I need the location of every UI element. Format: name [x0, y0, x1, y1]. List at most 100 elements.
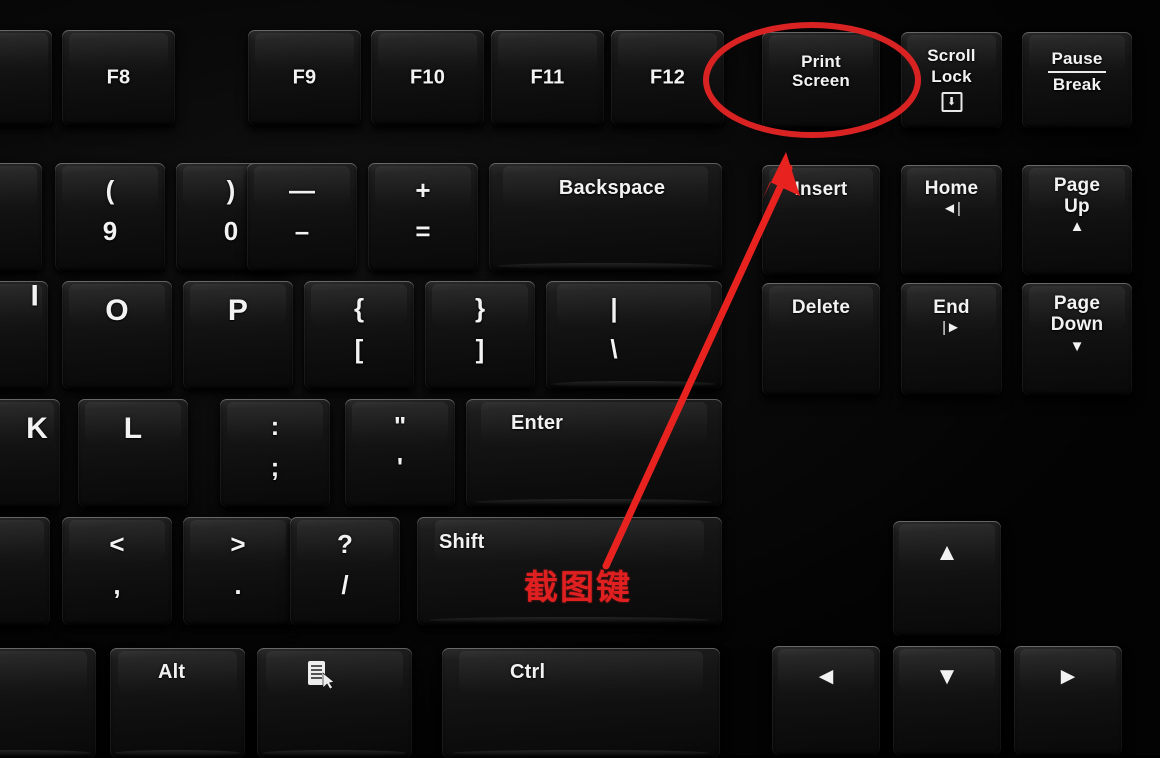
key-label: P [227, 294, 249, 328]
key-label: F8 [106, 66, 131, 89]
key-f11[interactable]: F11 [491, 30, 604, 125]
page-down-arrow-icon: ▼ [1069, 338, 1085, 355]
key-p[interactable]: P [183, 281, 293, 389]
scroll-lock-led-icon: ⬇ [941, 92, 962, 113]
key-l[interactable]: L [78, 399, 188, 507]
key-label-shifted: ? [337, 528, 353, 559]
key-m-partial[interactable] [0, 517, 50, 625]
key-home[interactable]: Home ◄| [901, 165, 1002, 275]
key-label-base: . [234, 569, 242, 600]
key-label-bottom: Break [1052, 75, 1102, 95]
key-label-shifted: > [230, 528, 246, 559]
key-f12[interactable]: F12 [611, 30, 724, 125]
led-glyph: ⬇ [946, 95, 957, 108]
key-label: Delete [791, 296, 851, 318]
key-label-top: Scroll [927, 46, 976, 66]
key-f10[interactable]: F10 [371, 30, 484, 125]
key-label: O [105, 294, 129, 328]
key-label-base: – [294, 215, 310, 246]
key-quote[interactable]: " ' [345, 399, 455, 507]
key-alt-right[interactable]: Alt [110, 648, 245, 758]
key-label-top: Page [1053, 175, 1101, 196]
key-label: Enter [511, 412, 564, 435]
key-label: F10 [409, 66, 446, 89]
key-label-base: ] [475, 333, 485, 364]
key-arrow-up[interactable]: ▲ [893, 521, 1001, 636]
arrow-down-icon: ▼ [935, 662, 959, 690]
key-label-shifted: + [415, 174, 431, 205]
key-label: Alt [158, 661, 186, 684]
key-label-shifted: " [393, 410, 407, 441]
key-label-top: Pause [1051, 49, 1103, 69]
key-label: L [123, 412, 143, 446]
key-backslash[interactable]: | \ [546, 281, 722, 389]
key-scroll-lock[interactable]: Scroll Lock ⬇ [901, 32, 1002, 128]
key-label: F12 [649, 66, 686, 89]
menu-key-icon [307, 660, 335, 690]
key-label-bottom: Up [1064, 195, 1090, 217]
key-label-base: ; [270, 451, 280, 482]
key-print-screen[interactable]: Print Screen [762, 32, 880, 128]
key-ctrl-right[interactable]: Ctrl [442, 648, 720, 758]
key-arrow-down[interactable]: ▼ [893, 646, 1001, 755]
key-arrow-right[interactable]: ► [1014, 646, 1122, 755]
key-label-base: , [113, 569, 121, 600]
key-label: F9 [292, 66, 317, 89]
key-label-base: \ [610, 333, 618, 364]
key-label-base: 9 [102, 215, 118, 246]
key-page-up[interactable]: Page Up ▲ [1022, 165, 1132, 275]
keyboard-photo: F8 F9 F10 F11 F12 Print Screen Scroll Lo… [0, 0, 1160, 758]
key-slash[interactable]: ? / [290, 517, 400, 625]
key-9[interactable]: ( 9 [55, 163, 165, 271]
key-label-shifted: ( [105, 174, 115, 205]
key-k[interactable]: K [0, 399, 60, 507]
key-f7-partial[interactable] [0, 30, 52, 125]
key-context-menu[interactable] [257, 648, 412, 758]
key-label-base: = [415, 215, 431, 246]
key-label-shifted: : [270, 410, 280, 441]
key-label: Backspace [558, 177, 666, 200]
key-i-partial[interactable]: I [0, 281, 48, 389]
key-f8[interactable]: F8 [62, 30, 175, 125]
arrow-up-icon: ▲ [935, 538, 959, 566]
key-label-base: [ [354, 333, 364, 364]
key-pause-break[interactable]: Pause Break [1022, 32, 1132, 128]
key-label-shifted: | [610, 292, 618, 323]
home-arrow-icon: ◄| [942, 200, 961, 218]
key-label-shifted: — [289, 174, 315, 205]
key-period[interactable]: > . [183, 517, 293, 625]
key-label: I [30, 281, 39, 313]
key-enter[interactable]: Enter [466, 399, 722, 507]
key-bracket-right[interactable]: } ] [425, 281, 535, 389]
key-label-top: Print [801, 52, 841, 72]
key-label-bottom: Down [1050, 314, 1104, 336]
key-comma[interactable]: < , [62, 517, 172, 625]
key-label-shifted: < [109, 528, 125, 559]
key-backspace[interactable]: Backspace [489, 163, 722, 271]
key-space-partial[interactable] [0, 648, 96, 758]
key-label: K [26, 412, 48, 446]
key-label-top: Page [1053, 293, 1101, 315]
key-minus[interactable]: — – [247, 163, 357, 271]
key-label: Insert [794, 179, 848, 201]
key-label: Ctrl [510, 661, 546, 684]
page-up-arrow-icon: ▲ [1069, 217, 1085, 235]
key-label-shifted: { [353, 292, 365, 323]
key-semicolon[interactable]: : ; [220, 399, 330, 507]
key-label: End [933, 296, 970, 318]
key-label-base: / [341, 569, 349, 600]
key-end[interactable]: End |► [901, 283, 1002, 395]
key-label-base: ' [396, 451, 404, 482]
key-arrow-left[interactable]: ◄ [772, 646, 880, 755]
key-label-shifted: } [474, 292, 486, 323]
end-arrow-icon: |► [942, 318, 961, 336]
key-8-partial[interactable] [0, 163, 42, 271]
key-o[interactable]: O [62, 281, 172, 389]
key-equal[interactable]: + = [368, 163, 478, 271]
key-label-bottom: Lock [931, 66, 972, 86]
key-bracket-left[interactable]: { [ [304, 281, 414, 389]
key-insert[interactable]: Insert [762, 165, 880, 275]
key-f9[interactable]: F9 [248, 30, 361, 125]
key-delete[interactable]: Delete [762, 283, 880, 395]
key-page-down[interactable]: Page Down ▼ [1022, 283, 1132, 395]
